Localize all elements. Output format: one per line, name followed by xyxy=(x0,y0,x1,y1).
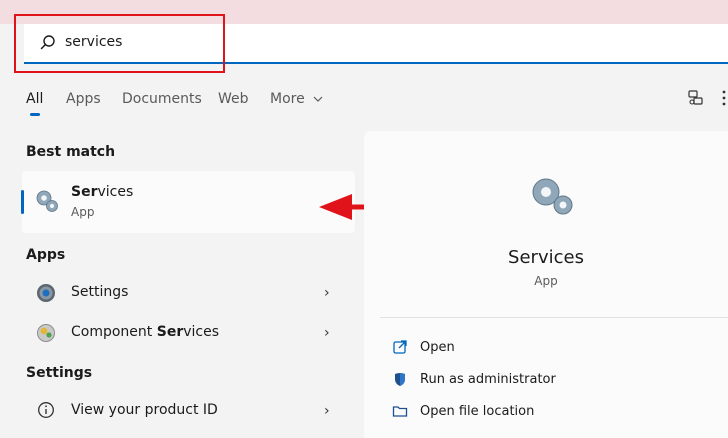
more-options-icon[interactable] xyxy=(720,88,728,108)
preview-pane: Services App Open Run as administrator O… xyxy=(364,131,728,438)
preview-subtitle: App xyxy=(534,274,558,288)
open-icon xyxy=(393,340,407,354)
tab-apps[interactable]: Apps xyxy=(66,91,101,107)
shield-icon xyxy=(395,373,405,386)
tab-web[interactable]: Web xyxy=(218,91,249,107)
best-match-title: Services xyxy=(71,184,134,200)
settings-heading: Settings xyxy=(26,365,93,381)
action-label: Run as administrator xyxy=(420,372,556,387)
action-label: Open file location xyxy=(420,404,535,419)
open-file-location-action[interactable]: Open file location xyxy=(388,398,708,426)
action-label: Open xyxy=(420,340,455,355)
best-match-subtitle: App xyxy=(71,205,95,219)
tab-documents[interactable]: Documents xyxy=(122,91,202,107)
chevron-right-icon[interactable]: › xyxy=(324,403,330,419)
info-icon xyxy=(38,402,54,418)
services-app-icon xyxy=(532,178,573,215)
apps-heading: Apps xyxy=(26,247,66,263)
run-as-admin-action[interactable]: Run as administrator xyxy=(388,366,708,394)
best-match-heading: Best match xyxy=(26,144,116,160)
chevron-right-icon[interactable]: › xyxy=(324,285,330,301)
chevron-down-icon xyxy=(313,96,323,102)
settings-item-label: View your product ID xyxy=(71,402,218,418)
component-services-icon xyxy=(37,324,55,342)
apps-item-label: Component Services xyxy=(71,324,219,340)
services-app-icon xyxy=(36,190,58,212)
search-input[interactable]: services xyxy=(65,34,122,50)
chevron-right-icon[interactable]: › xyxy=(324,325,330,341)
apps-item-settings[interactable]: Settings › xyxy=(22,275,355,311)
divider xyxy=(380,317,728,318)
open-action[interactable]: Open xyxy=(388,334,708,362)
switch-account-icon[interactable] xyxy=(687,89,705,107)
title-band xyxy=(0,0,728,24)
best-match-result[interactable] xyxy=(22,171,355,233)
apps-item-component-services[interactable]: Component Services › xyxy=(22,315,355,351)
preview-title: Services xyxy=(508,247,584,268)
search-box[interactable]: services xyxy=(24,24,728,64)
tab-all[interactable]: All xyxy=(26,91,43,107)
settings-gear-icon xyxy=(37,284,55,302)
folder-icon xyxy=(392,406,408,417)
selection-indicator xyxy=(21,190,24,214)
search-icon xyxy=(40,35,55,50)
active-tab-indicator xyxy=(30,113,40,116)
apps-item-label: Settings xyxy=(71,284,129,300)
settings-item-product-id[interactable]: View your product ID › xyxy=(22,393,355,429)
tab-more[interactable]: More xyxy=(270,91,323,107)
